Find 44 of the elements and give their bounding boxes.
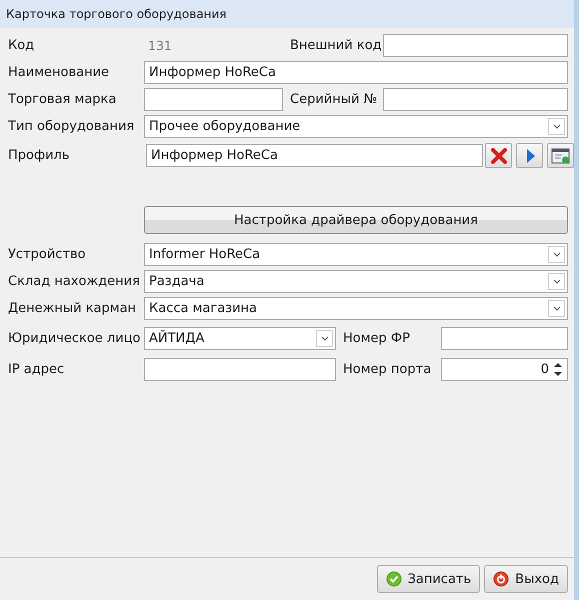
field-label: Внешний код [289, 38, 383, 52]
field-label: Тип оборудования [8, 118, 136, 134]
window-title: Карточка торгового оборудования [0, 0, 574, 28]
field-label: Денежный карман [8, 300, 138, 316]
spin-field[interactable]: 0 [441, 358, 568, 380]
field-label: Код [8, 38, 36, 52]
field-label: Номер ФР [342, 330, 411, 346]
field-label: IP адрес [8, 362, 66, 376]
input-field[interactable]: Информер HoReCa [144, 60, 568, 84]
window-icon [550, 146, 570, 164]
dropdown[interactable]: Касса магазина [144, 296, 568, 320]
chevron-icon [552, 122, 562, 130]
chevron-icon [552, 304, 562, 312]
field-label: Профиль [8, 148, 71, 163]
dropdown[interactable]: АЙТИДА [144, 326, 336, 350]
field-label: Наименование [8, 64, 110, 80]
input-field[interactable] [144, 88, 283, 110]
field-label: Устройство [8, 246, 87, 262]
driver-settings-button[interactable]: Настройка драйвера оборудования [144, 206, 568, 234]
chevron-icon [320, 334, 330, 342]
chevron-icon [552, 250, 562, 258]
field-label: Торговая марка [8, 92, 118, 106]
browse-button[interactable] [547, 143, 574, 168]
dropdown[interactable]: Раздача [144, 270, 568, 292]
cross-icon [488, 146, 508, 166]
field-label: Номер порта [342, 362, 432, 376]
dropdown[interactable]: Informer HoReCa [144, 242, 568, 266]
field-label: Склад нахождения [8, 274, 141, 288]
input-field[interactable]: Информер HoReCa [146, 144, 483, 167]
field-label: Юридическое лицо [8, 330, 142, 346]
input-field[interactable] [383, 88, 568, 110]
input-field[interactable] [441, 326, 568, 350]
code-value: 131 [147, 38, 173, 52]
power-icon [493, 571, 510, 587]
input-field[interactable] [144, 358, 336, 380]
input-field[interactable] [383, 34, 568, 56]
check-icon [386, 571, 402, 587]
field-label: Серийный № [289, 92, 378, 106]
clear-button[interactable] [485, 143, 512, 168]
exit-button[interactable]: Выход [484, 565, 568, 593]
save-button[interactable]: Записать [376, 565, 480, 593]
play-button[interactable] [516, 143, 543, 168]
chevron-icon [552, 276, 562, 286]
dropdown[interactable]: Прочее оборудование [144, 114, 568, 138]
